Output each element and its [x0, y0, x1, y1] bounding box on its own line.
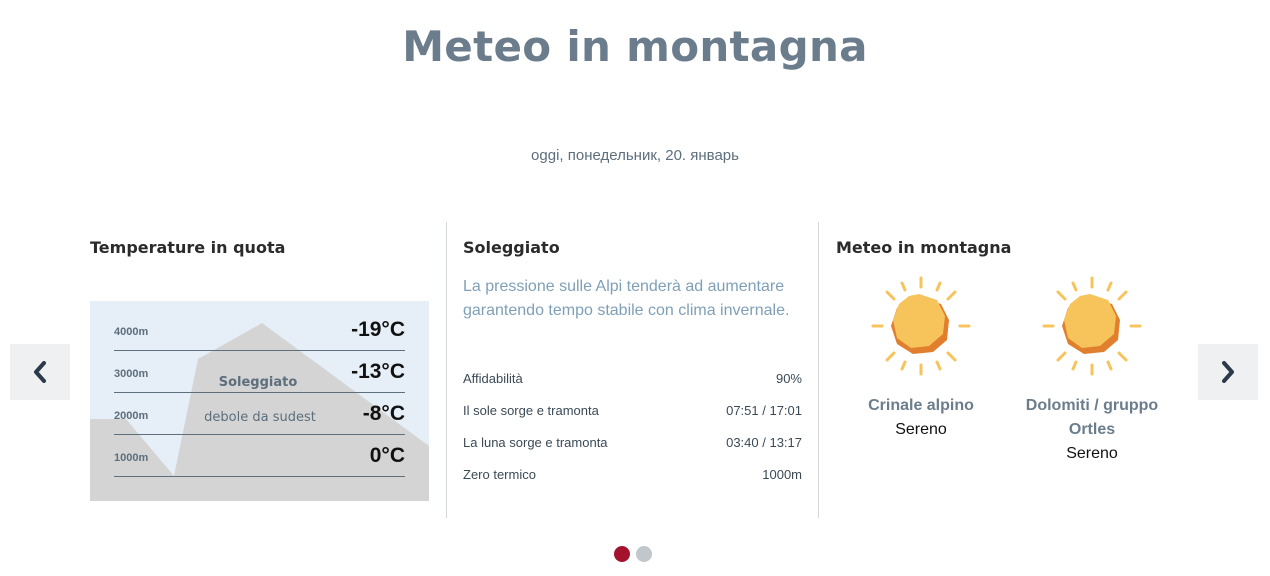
- info-label: Affidabilità: [463, 371, 523, 386]
- altitude-line: [114, 476, 405, 477]
- altitude-card-title: Temperature in quota: [90, 238, 286, 257]
- altitude-label: 2000m: [114, 410, 149, 422]
- regions-card-title: Meteo in montagna: [836, 238, 1012, 257]
- altitude-line: [114, 392, 405, 393]
- pagination-dot-2[interactable]: [636, 546, 652, 562]
- column-divider: [446, 222, 447, 518]
- pagination-dot-1[interactable]: [614, 546, 630, 562]
- column-divider: [818, 222, 819, 518]
- region-condition: Sereno: [895, 421, 947, 438]
- chevron-left-icon: [34, 361, 46, 383]
- forecast-card-title: Soleggiato: [463, 238, 560, 257]
- region-crinale-alpino: Crinale alpino Sereno: [846, 274, 996, 442]
- page-title: Meteo in montagna: [402, 22, 868, 71]
- altitude-wind: debole da sudest: [204, 410, 316, 425]
- altitude-temperature: 0°C: [369, 444, 405, 467]
- altitude-label: 4000m: [114, 326, 149, 338]
- info-value: 07:51 / 17:01: [726, 403, 802, 418]
- carousel-next-button[interactable]: [1198, 344, 1258, 400]
- altitude-line: [114, 434, 405, 435]
- altitude-line: [114, 350, 405, 351]
- chevron-right-icon: [1222, 361, 1234, 383]
- info-label: Il sole sorge e tramonta: [463, 403, 599, 418]
- altitude-temperature: -13°C: [351, 360, 405, 383]
- info-value: 03:40 / 13:17: [726, 435, 802, 450]
- info-label: Zero termico: [463, 467, 536, 482]
- region-dolomiti-ortles: Dolomiti / gruppo Ortles Sereno: [1017, 274, 1167, 466]
- altitude-label: 3000m: [114, 368, 149, 380]
- forecast-summary: La pressione sulle Alpi tenderà ad aumen…: [463, 278, 790, 319]
- region-condition: Sereno: [1066, 445, 1118, 462]
- altitude-temperature: -19°C: [351, 318, 405, 341]
- altitude-condition: Soleggiato: [218, 375, 298, 390]
- region-name: Dolomiti / gruppo Ortles: [1025, 397, 1159, 438]
- carousel-prev-button[interactable]: [10, 344, 70, 400]
- info-value: 1000m: [762, 467, 802, 482]
- region-name: Crinale alpino: [868, 397, 974, 414]
- forecast-date: oggi, понедельник, 20. январь: [531, 147, 739, 164]
- info-value: 90%: [775, 371, 802, 386]
- altitude-temperature: -8°C: [362, 402, 405, 425]
- sun-icon: [1042, 276, 1142, 376]
- carousel-pagination: [614, 546, 652, 562]
- altitude-label: 1000m: [114, 452, 149, 464]
- altitude-panel: 4000m -19°C 3000m -13°C 2000m -8°C 1000m…: [90, 301, 429, 501]
- info-label: La luna sorge e tramonta: [463, 435, 608, 450]
- sun-icon: [871, 276, 971, 376]
